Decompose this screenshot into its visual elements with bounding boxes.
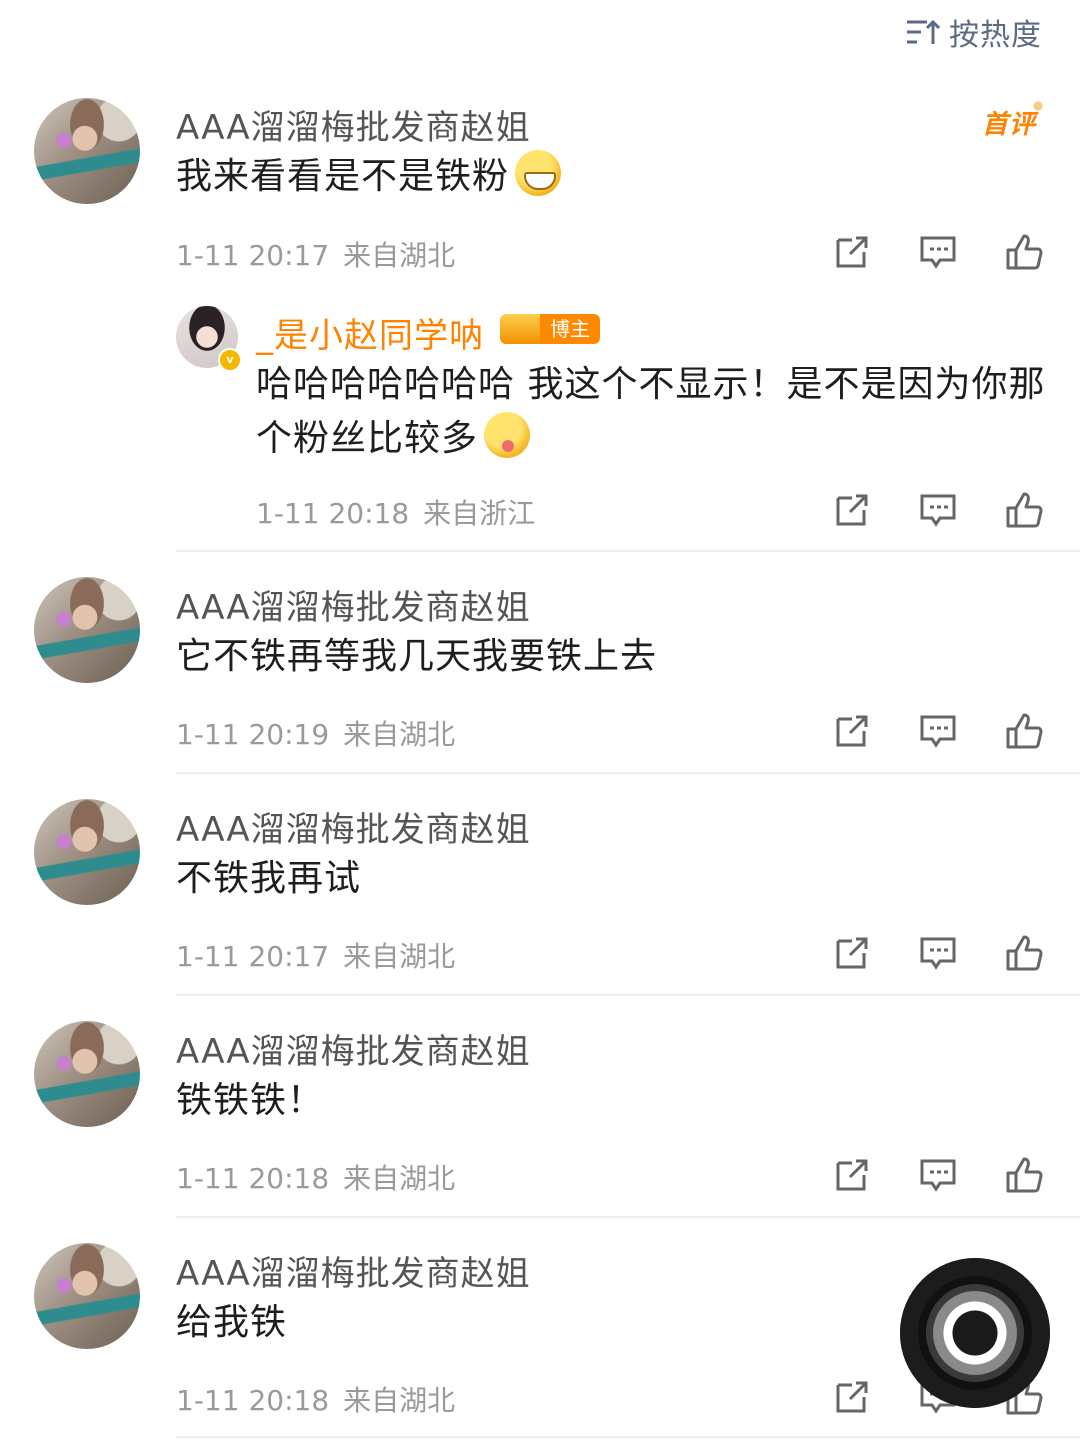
comment-username[interactable]: AAA溜溜梅批发商赵姐 [176,580,531,629]
divider [176,550,1080,552]
comment-meta: 1-11 20:18 来自湖北 [176,1384,456,1417]
reply-icon[interactable] [918,711,958,751]
share-icon[interactable] [832,933,872,973]
silly-face-emoji-icon [484,412,531,458]
comment-text: 我来看看是不是铁粉 [176,150,562,204]
like-icon[interactable] [1004,490,1044,530]
comment-text: 铁铁铁！ [176,1080,325,1121]
divider [176,1216,1080,1218]
floating-assistive-touch-button[interactable] [900,1258,1050,1408]
reply-icon[interactable] [918,1155,958,1195]
comment-text: 给我铁 [176,1302,288,1343]
reply-icon[interactable] [918,933,958,973]
avatar[interactable] [34,799,140,905]
avatar[interactable] [34,577,140,683]
grin-emoji-icon [515,150,562,196]
comment-meta: 1-11 20:17 来自湖北 [176,239,456,272]
comment-meta: 1-11 20:19 来自湖北 [176,718,456,751]
comment-username[interactable]: AAA溜溜梅批发商赵姐 [176,1246,531,1295]
divider [176,994,1080,996]
share-icon[interactable] [832,711,872,751]
avatar[interactable] [34,1021,140,1127]
reply-icon[interactable] [918,490,958,530]
avatar[interactable] [34,98,140,204]
comment-meta: 1-11 20:17 来自湖北 [176,940,456,973]
reply-meta: 1-11 20:18 来自浙江 [256,497,536,530]
comment-actions [832,1155,1044,1195]
share-icon[interactable] [832,490,872,530]
sort-by-heat-button[interactable]: 按热度 [905,12,1042,53]
comment-actions [832,711,1044,751]
like-icon[interactable] [1004,232,1044,272]
reply-username[interactable]: _是小赵同学呐 [256,308,484,357]
reply-text: 哈哈哈哈哈哈哈 我这个不显示！是不是因为你那个粉丝比较多 [256,364,1046,459]
comment-meta: 1-11 20:18 来自湖北 [176,1162,456,1195]
comment-username[interactable]: AAA溜溜梅批发商赵姐 [176,802,531,851]
share-icon[interactable] [832,232,872,272]
divider [176,1436,1080,1438]
crown-icon [500,314,540,344]
verified-badge-icon: v [218,348,242,372]
first-comment-badge: 首评 [982,98,1047,141]
like-icon[interactable] [1004,933,1044,973]
avatar[interactable] [34,1243,140,1349]
comment-text: 不铁我再试 [176,858,362,899]
comment-actions [832,933,1044,973]
share-icon[interactable] [832,1377,872,1417]
like-icon[interactable] [1004,711,1044,751]
comment-username[interactable]: AAA溜溜梅批发商赵姐 [176,100,531,149]
comment-text: 它不铁再等我几天我要铁上去 [176,636,658,677]
reply-actions [832,490,1044,530]
share-icon[interactable] [832,1155,872,1195]
reply-icon[interactable] [918,232,958,272]
comment-username[interactable]: AAA溜溜梅批发商赵姐 [176,1024,531,1073]
comment-actions [832,232,1044,272]
divider [176,772,1080,774]
blogger-tag: 博主 [500,314,600,344]
sort-icon [907,19,941,44]
like-icon[interactable] [1004,1155,1044,1195]
sort-label: 按热度 [949,18,1042,53]
